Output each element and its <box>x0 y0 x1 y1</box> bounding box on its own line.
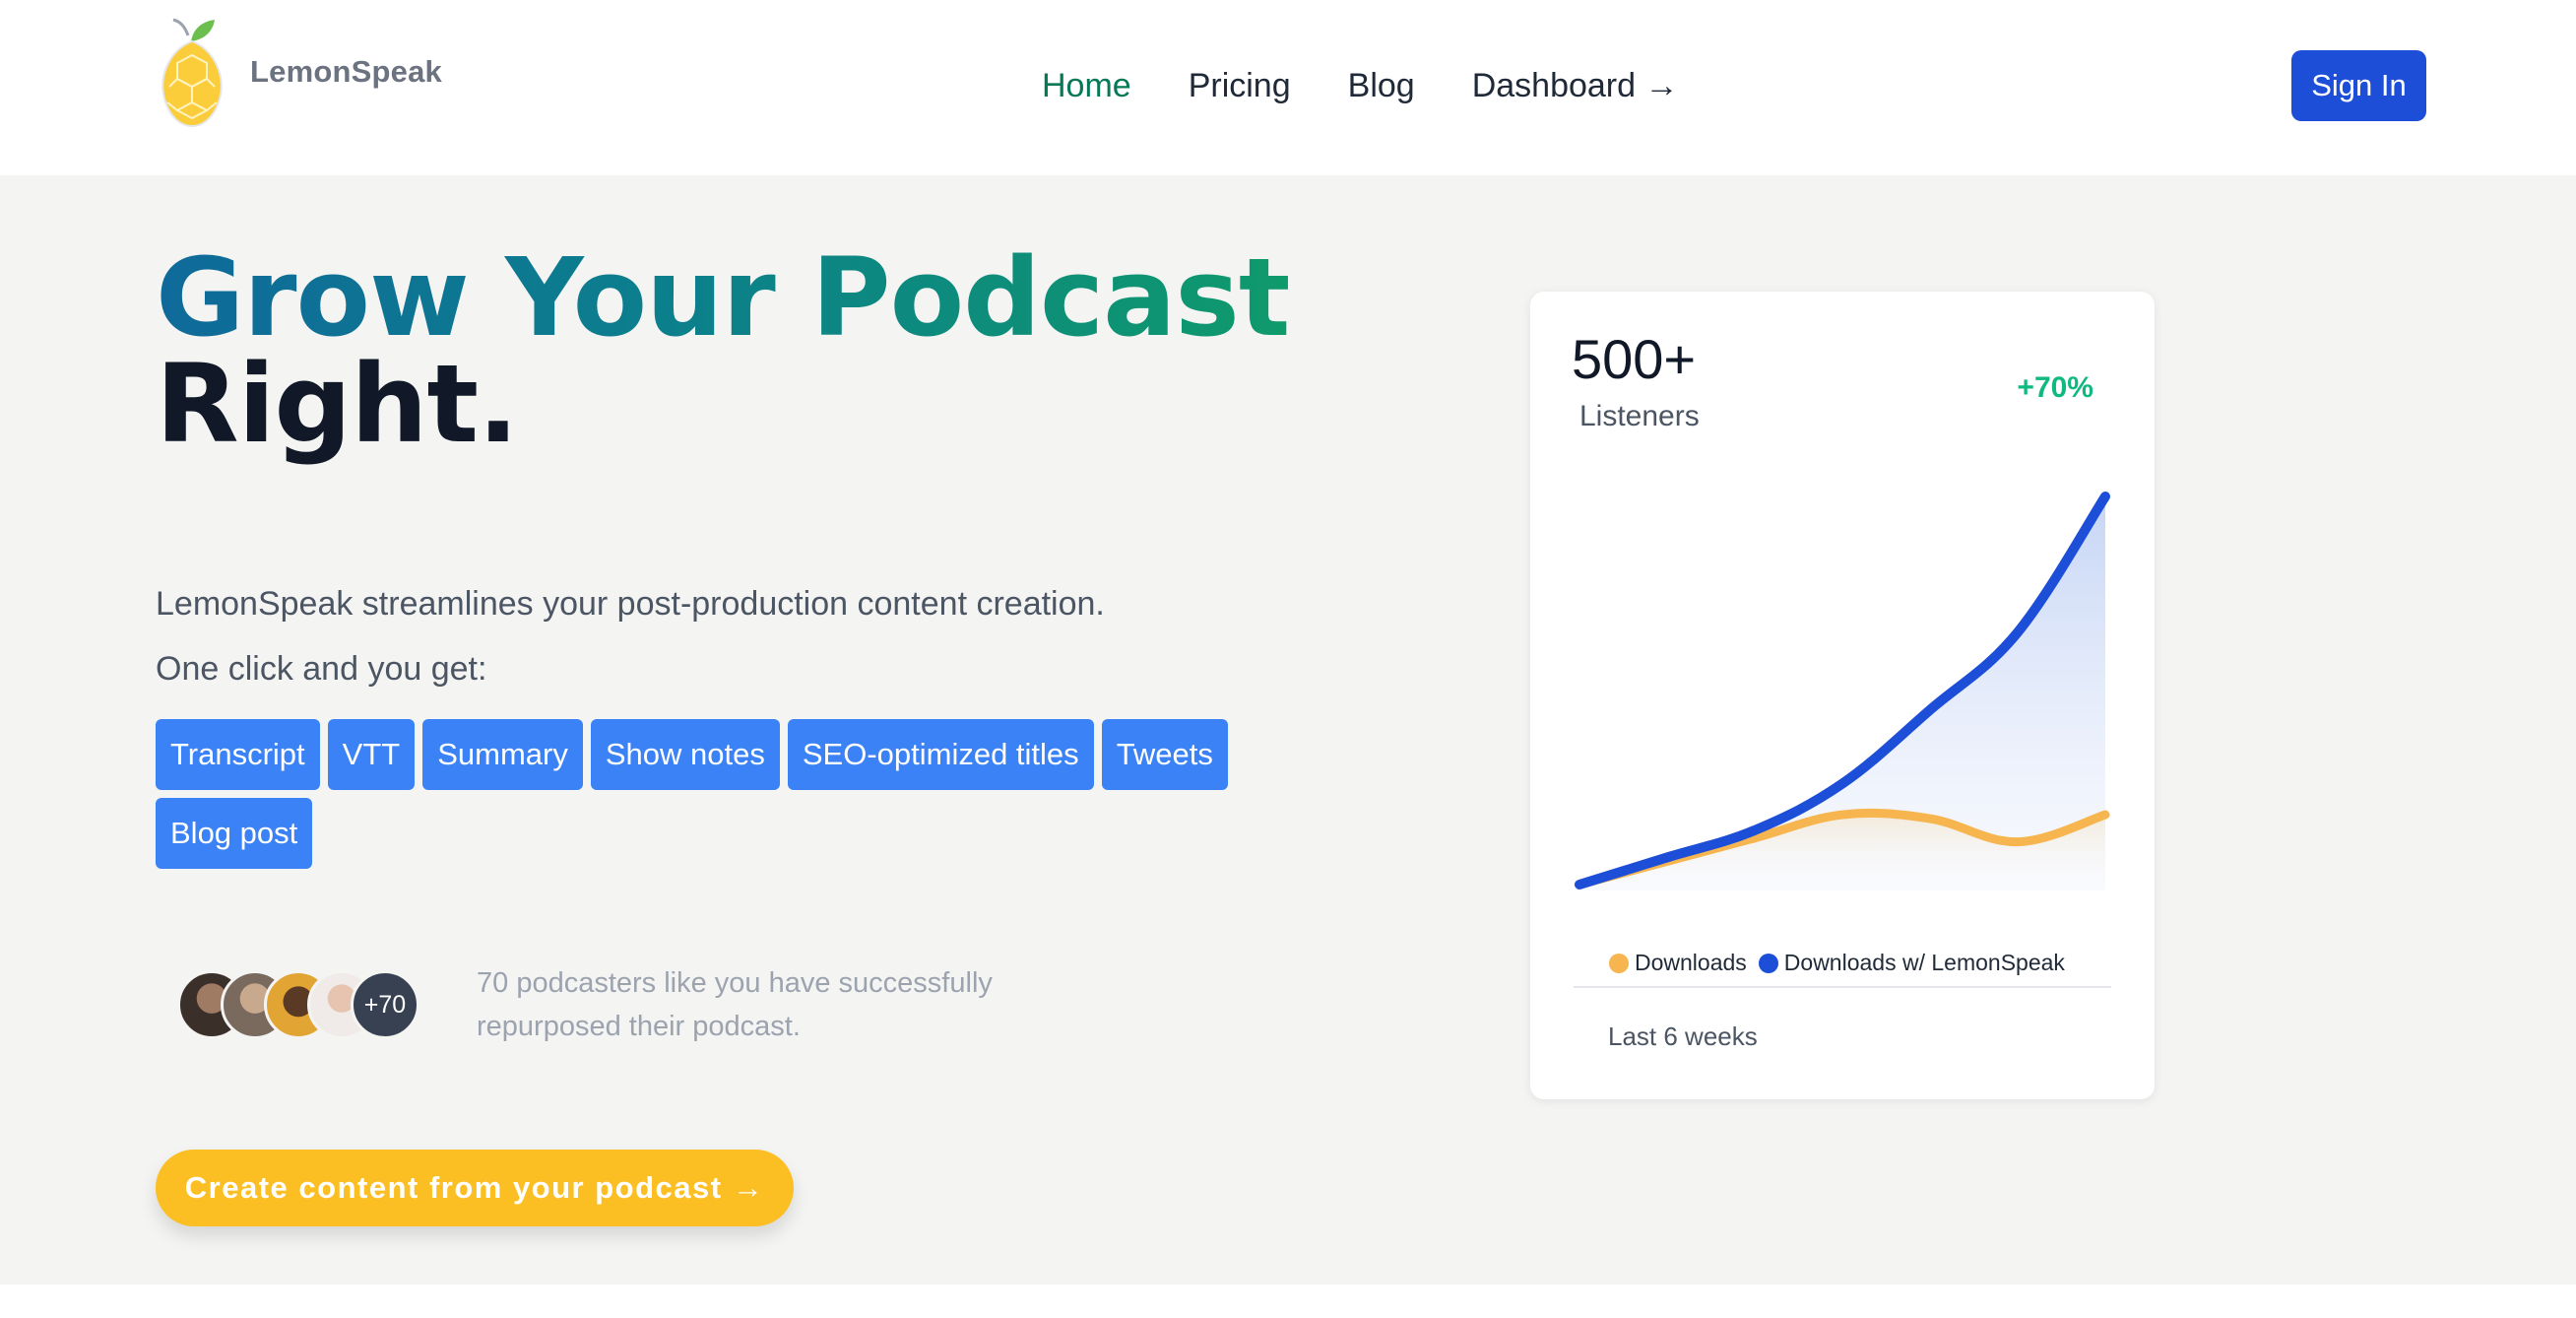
hero-headline: Grow Your Podcast Right. <box>156 243 1290 467</box>
hero-section: Grow Your Podcast Right. LemonSpeak stre… <box>0 175 2576 1285</box>
nav-home[interactable]: Home <box>1042 61 1131 110</box>
chip-vtt: VTT <box>327 719 416 790</box>
hero-description: LemonSpeak streamlines your post-product… <box>156 571 1105 701</box>
nav-pricing[interactable]: Pricing <box>1189 61 1291 110</box>
period-label: Last 6 weeks <box>1608 1021 1758 1051</box>
avatar-group: +70 <box>177 970 419 1039</box>
metric-label: Listeners <box>1579 400 1700 432</box>
metric-value: 500+ <box>1572 328 1697 390</box>
chip-show-notes: Show notes <box>590 719 780 790</box>
listeners-stats-card: 500+ Listeners +70% Downloads Downloads … <box>1530 292 2155 1099</box>
legend-item-downloads: Downloads <box>1609 950 1747 976</box>
lead-line-2: One click and you get: <box>156 650 487 688</box>
chip-seo-titles: SEO-optimized titles <box>787 719 1094 790</box>
top-navigation-bar: LemonSpeak Home Pricing Blog Dashboard →… <box>0 0 2576 175</box>
legend-dot-downloads <box>1609 953 1629 973</box>
feature-chips: Transcript VTT Summary Show notes SEO-op… <box>156 719 1249 877</box>
avatar-more-count: +70 <box>351 970 419 1039</box>
legend-dot-downloads-lemonspeak <box>1758 953 1778 973</box>
downloads-chart <box>1575 492 2110 890</box>
create-content-button[interactable]: Create content from your podcast → <box>156 1150 794 1226</box>
brand-logo[interactable]: LemonSpeak <box>156 16 442 128</box>
headline-dark-text: Right. <box>156 341 519 467</box>
legend-label-downloads: Downloads <box>1635 950 1747 975</box>
lead-line-1: LemonSpeak streamlines your post-product… <box>156 585 1105 623</box>
main-nav: Home Pricing Blog Dashboard → <box>1042 61 1735 110</box>
chip-tweets: Tweets <box>1101 719 1228 790</box>
brand-name: LemonSpeak <box>250 54 442 89</box>
card-divider <box>1574 986 2111 988</box>
chip-summary: Summary <box>422 719 583 790</box>
lemon-logo-icon <box>161 18 223 128</box>
legend-item-downloads-lemonspeak: Downloads w/ LemonSpeak <box>1758 950 2065 976</box>
chip-blog-post: Blog post <box>156 798 313 869</box>
growth-badge: +70% <box>2017 371 2093 404</box>
nav-dashboard[interactable]: Dashboard → <box>1472 61 1679 110</box>
social-proof-text: 70 podcasters like you have successfully… <box>477 967 993 1042</box>
page-bottom-strip <box>0 1285 2576 1318</box>
nav-blog[interactable]: Blog <box>1348 61 1415 110</box>
sign-in-button[interactable]: Sign In <box>2291 50 2426 121</box>
chip-transcript: Transcript <box>156 719 320 790</box>
chart-legend: Downloads Downloads w/ LemonSpeak <box>1609 950 2077 976</box>
legend-label-downloads-lemonspeak: Downloads w/ LemonSpeak <box>1783 950 2065 975</box>
